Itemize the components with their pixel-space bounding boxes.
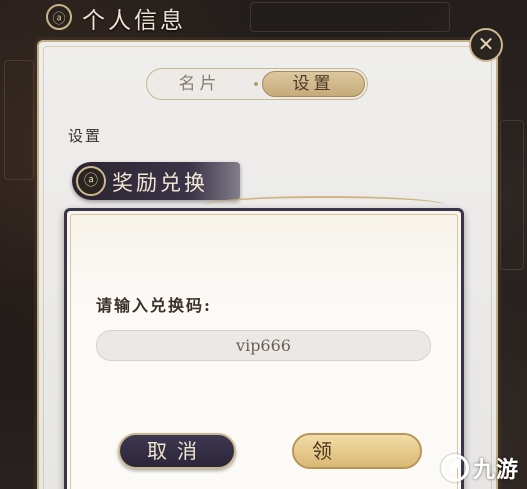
- reward-title: 奖励兑换: [112, 171, 208, 195]
- backdrop-decoration: [500, 120, 524, 270]
- reward-redeem-banner: ⓐ 奖励兑换: [72, 162, 240, 200]
- backdrop-decoration: [250, 2, 450, 32]
- watermark-logo-icon: [441, 454, 469, 482]
- watermark-text: 九游: [473, 458, 520, 483]
- redeem-code-prompt: 请输入兑换码:: [96, 296, 212, 315]
- profile-emblem-icon: ⓐ: [46, 4, 72, 30]
- site-watermark: 九游: [441, 452, 519, 484]
- claim-button[interactable]: 领: [292, 433, 422, 469]
- tab-switcher: 名片 设置: [146, 68, 368, 100]
- tab-business-card[interactable]: 名片: [149, 71, 250, 97]
- tab-separator-dot: [254, 82, 258, 86]
- backdrop-decoration: [4, 60, 34, 180]
- redeem-code-input[interactable]: [96, 330, 431, 361]
- section-label: 设置: [68, 127, 103, 145]
- page-title: 个人信息: [82, 8, 186, 34]
- cancel-button[interactable]: 取消: [118, 433, 236, 469]
- close-button[interactable]: ✕: [469, 28, 503, 62]
- reward-emblem-icon: ⓐ: [76, 166, 106, 196]
- tab-settings[interactable]: 设置: [262, 71, 365, 97]
